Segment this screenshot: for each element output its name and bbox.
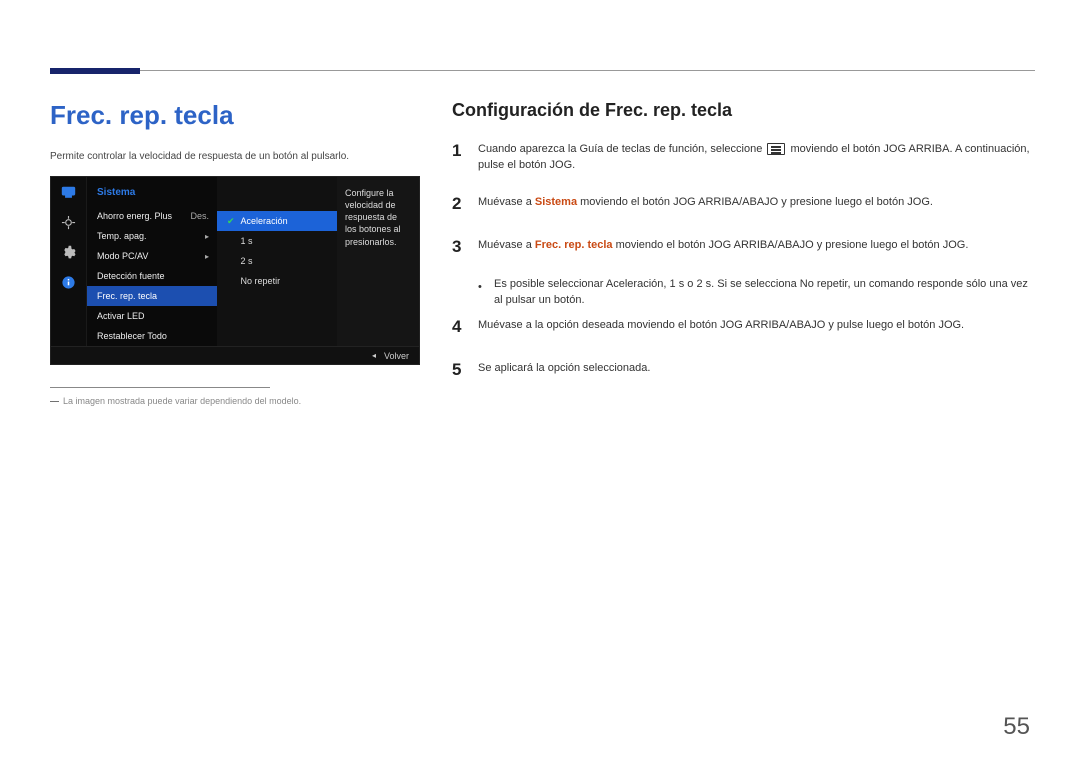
bullet-text: Es posible seleccionar Aceleración, 1 s …	[494, 277, 1032, 309]
step-number: 4	[452, 315, 466, 340]
osd-sub-aceleracion: ✔Aceleración	[217, 211, 337, 231]
step-number: 3	[452, 235, 466, 260]
step-4: 4 Muévase a la opción deseada moviendo e…	[452, 315, 1032, 340]
osd-footer: ◂ Volver	[51, 346, 419, 364]
step-bullet: • Es posible seleccionar Aceleración, 1 …	[478, 277, 1032, 309]
step-text: Muévase a Sistema moviendo el botón JOG …	[478, 192, 1032, 217]
step-number: 5	[452, 358, 466, 383]
monitor-icon	[51, 177, 86, 207]
back-triangle-icon: ◂	[372, 351, 376, 360]
osd-submenu: ✔Aceleración ✔1 s ✔2 s ✔No repetir	[217, 177, 337, 346]
step-text: Se aplicará la opción seleccionada.	[478, 358, 1032, 383]
osd-iconbar	[51, 177, 87, 346]
osd-row-modo: Modo PC/AV▸	[87, 246, 217, 266]
step-number: 2	[452, 192, 466, 217]
osd-footer-label: Volver	[384, 351, 409, 361]
osd-menu: Sistema Ahorro energ. PlusDes. Temp. apa…	[87, 177, 217, 346]
section-heading: Frec. rep. tecla	[50, 100, 420, 131]
osd-sub-1s: ✔1 s	[217, 231, 337, 251]
footnote-text: La imagen mostrada puede variar dependie…	[63, 396, 301, 406]
osd-sub-norepetir: ✔No repetir	[217, 271, 337, 291]
footnote-dash: ―	[50, 396, 59, 406]
right-heading: Configuración de Frec. rep. tecla	[452, 100, 1032, 121]
left-column: Frec. rep. tecla Permite controlar la ve…	[50, 100, 420, 406]
info-icon	[51, 267, 86, 297]
footnote-rule	[50, 387, 270, 388]
osd-row-ahorro: Ahorro energ. PlusDes.	[87, 206, 217, 226]
step-3: 3 Muévase a Frec. rep. tecla moviendo el…	[452, 235, 1032, 260]
bullet-dot: •	[478, 277, 484, 309]
osd-row-temp: Temp. apag.▸	[87, 226, 217, 246]
osd-row-frec: Frec. rep. tecla	[87, 286, 217, 306]
step-5: 5 Se aplicará la opción seleccionada.	[452, 358, 1032, 383]
check-icon: ✔	[227, 216, 235, 227]
osd-sub-2s: ✔2 s	[217, 251, 337, 271]
step-1: 1 Cuando aparezca la Guía de teclas de f…	[452, 139, 1032, 174]
header-accent	[50, 68, 140, 74]
gear-icon	[51, 237, 86, 267]
menu-icon	[767, 143, 785, 155]
intro-text: Permite controlar la velocidad de respue…	[50, 151, 420, 162]
step-text: Muévase a Frec. rep. tecla moviendo el b…	[478, 235, 1032, 260]
step-text: Muévase a la opción deseada moviendo el …	[478, 315, 1032, 340]
step-text: Cuando aparezca la Guía de teclas de fun…	[478, 139, 1032, 174]
osd-row-deteccion: Detección fuente	[87, 266, 217, 286]
page-number: 55	[1003, 713, 1030, 741]
osd-screenshot: Sistema Ahorro energ. PlusDes. Temp. apa…	[50, 176, 420, 365]
osd-menu-title: Sistema	[87, 183, 217, 206]
osd-row-reset: Restablecer Todo	[87, 326, 217, 346]
step-number: 1	[452, 139, 466, 174]
osd-description: Configure la velocidad de respuesta de l…	[337, 177, 419, 346]
step-2: 2 Muévase a Sistema moviendo el botón JO…	[452, 192, 1032, 217]
osd-row-led: Activar LED	[87, 306, 217, 326]
target-icon	[51, 207, 86, 237]
right-column: Configuración de Frec. rep. tecla 1 Cuan…	[452, 100, 1032, 400]
footnote: ― La imagen mostrada puede variar depend…	[50, 396, 420, 406]
header-rule	[50, 70, 1035, 71]
